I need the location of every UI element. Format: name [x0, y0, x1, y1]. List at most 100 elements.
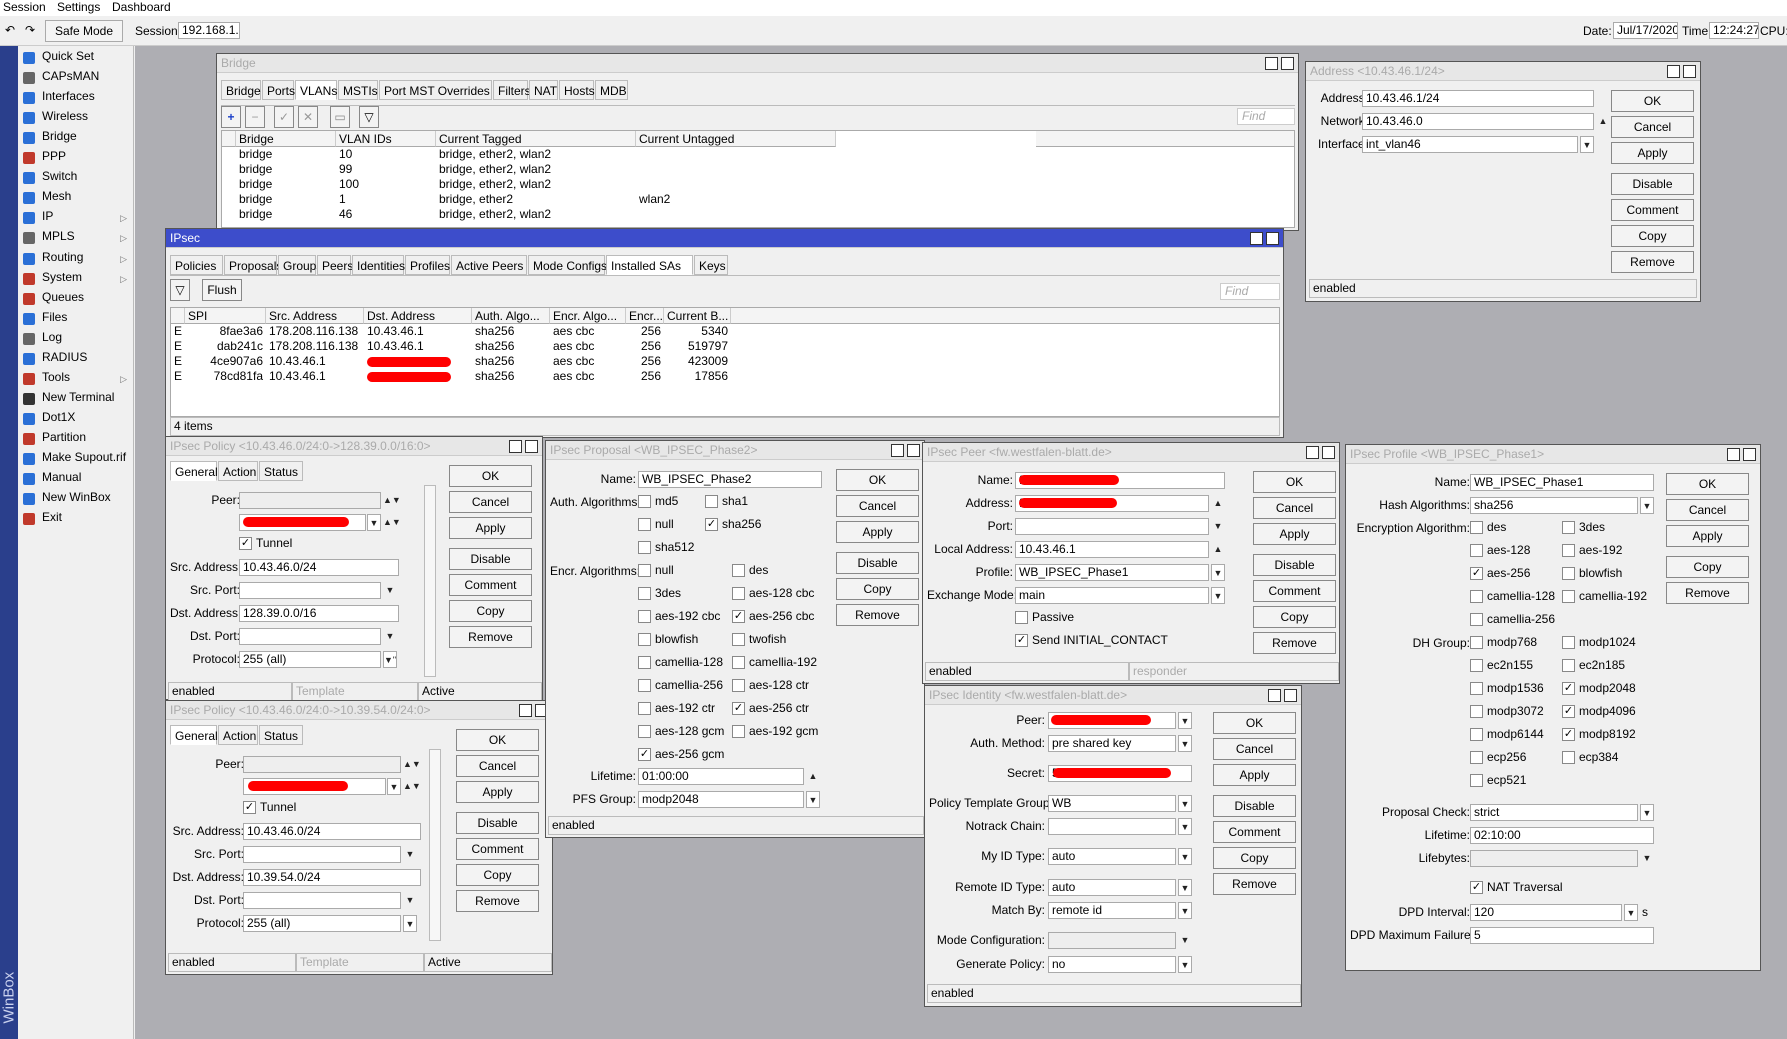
- tab-bridge[interactable]: Bridge: [221, 80, 261, 100]
- chevron-down-icon[interactable]: ▼: [387, 778, 401, 795]
- chevron-down-icon[interactable]: ▼: [1211, 518, 1225, 535]
- ok-button[interactable]: OK: [1253, 471, 1336, 493]
- session-field[interactable]: 192.168.1.1: [178, 22, 240, 39]
- table-cell[interactable]: aes cbc: [553, 355, 623, 368]
- name-field[interactable]: WB_IPSEC_Phase2: [638, 471, 822, 488]
- checkbox-aes-256-gcm[interactable]: ✓: [638, 748, 651, 761]
- close-icon[interactable]: [525, 440, 538, 453]
- checkbox-ecp521[interactable]: [1470, 774, 1483, 787]
- ok-button[interactable]: OK: [449, 465, 532, 487]
- apply-button[interactable]: Apply: [836, 521, 919, 543]
- disable-button[interactable]: Disable: [449, 548, 532, 570]
- tab-keys[interactable]: Keys: [694, 255, 728, 275]
- cancel-button[interactable]: Cancel: [456, 755, 539, 777]
- sidebar-item-manual[interactable]: Manual: [18, 469, 133, 489]
- interface-select[interactable]: int_vlan46: [1362, 136, 1578, 153]
- chevron-down-icon[interactable]: ▼: [1178, 795, 1192, 812]
- checkbox-aes-128-cbc[interactable]: [732, 587, 745, 600]
- collapse-up-icon[interactable]: ▲: [1211, 541, 1225, 558]
- tab-mode-configs[interactable]: Mode Configs: [528, 255, 607, 275]
- up-down-icon[interactable]: ▲▼: [403, 778, 421, 795]
- table-cell[interactable]: 10: [339, 148, 435, 161]
- sidebar-item-new-winbox[interactable]: New WinBox: [18, 489, 133, 509]
- dst-address-field[interactable]: 128.39.0.0/16: [239, 605, 399, 622]
- safe-mode-button[interactable]: Safe Mode: [45, 20, 123, 42]
- profile-select[interactable]: WB_IPSEC_Phase1: [1015, 564, 1209, 581]
- hash-algorithms-select[interactable]: sha256: [1470, 497, 1638, 514]
- sidebar-item-dot1x[interactable]: Dot1X: [18, 409, 133, 429]
- checkbox-camellia-256[interactable]: [638, 679, 651, 692]
- sidebar-item-ppp[interactable]: PPP: [18, 148, 133, 168]
- table-cell[interactable]: 10.43.46.1: [367, 340, 469, 353]
- sidebar-item-log[interactable]: Log: [18, 329, 133, 349]
- collapse-up-icon[interactable]: ▲: [1596, 113, 1610, 130]
- lifetime-field[interactable]: 01:00:00: [638, 768, 804, 785]
- table-cell[interactable]: 256: [629, 325, 661, 338]
- remove-button[interactable]: Remove: [836, 604, 919, 626]
- tab-ports[interactable]: Ports: [262, 80, 295, 100]
- chevron-down-icon[interactable]: ▼: [1178, 818, 1192, 835]
- table-cell[interactable]: [639, 208, 835, 221]
- ok-button[interactable]: OK: [1213, 712, 1296, 734]
- chevron-down-icon[interactable]: ▼: [383, 582, 397, 599]
- restore-icon[interactable]: [1268, 689, 1281, 702]
- protocol-select[interactable]: 255 (all): [239, 651, 381, 668]
- close-icon[interactable]: [1322, 446, 1335, 459]
- tab-action[interactable]: Action: [218, 461, 258, 481]
- ipsec-find-input[interactable]: Find: [1220, 283, 1280, 300]
- chevron-down-icon[interactable]: ▼: [383, 628, 397, 645]
- close-icon[interactable]: [907, 444, 920, 457]
- checkbox-sha512[interactable]: [638, 541, 651, 554]
- scrollbar[interactable]: [424, 485, 436, 677]
- table-cell[interactable]: [639, 178, 835, 191]
- checkbox-camellia-192[interactable]: [1562, 590, 1575, 603]
- table-cell[interactable]: 46: [339, 208, 435, 221]
- table-cell[interactable]: 256: [629, 370, 661, 383]
- table-cell[interactable]: sha256: [475, 340, 547, 353]
- scrollbar[interactable]: [429, 749, 441, 941]
- tab-general[interactable]: General: [170, 725, 218, 745]
- comment-icon[interactable]: ▭: [330, 106, 350, 128]
- checkbox-aes-256[interactable]: ✓: [1470, 567, 1483, 580]
- sidebar-item-ip[interactable]: IP ▷: [18, 208, 133, 228]
- checkbox-sha256[interactable]: ✓: [705, 518, 718, 531]
- cancel-button[interactable]: Cancel: [1611, 116, 1694, 138]
- disable-button[interactable]: Disable: [456, 812, 539, 834]
- table-cell[interactable]: sha256: [475, 325, 547, 338]
- sidebar-item-exit[interactable]: Exit: [18, 509, 133, 529]
- tab-policies[interactable]: Policies: [170, 255, 223, 275]
- ok-button[interactable]: OK: [1611, 90, 1694, 112]
- checkbox-ecp256[interactable]: [1470, 751, 1483, 764]
- src-port-field[interactable]: [239, 582, 381, 599]
- sidebar-item-capsman[interactable]: CAPsMAN: [18, 68, 133, 88]
- checkbox-modp8192[interactable]: ✓: [1562, 728, 1575, 741]
- remove-button[interactable]: Remove: [449, 626, 532, 648]
- restore-icon[interactable]: [519, 704, 532, 717]
- lifetime-field[interactable]: 02:10:00: [1470, 827, 1654, 844]
- table-cell[interactable]: wlan2: [639, 193, 835, 206]
- tunnel-checkbox[interactable]: ✓: [243, 801, 256, 814]
- chevron-down-icon[interactable]: ▼: [1211, 587, 1225, 604]
- local-address-field[interactable]: 10.43.46.1: [1015, 541, 1209, 558]
- tab-nat[interactable]: NAT: [529, 80, 558, 100]
- cancel-button[interactable]: Cancel: [1666, 499, 1749, 521]
- enable-icon[interactable]: ✓: [274, 106, 294, 128]
- col-header-encr-algo[interactable]: Encr. Algo...: [550, 308, 626, 324]
- disable-button[interactable]: Disable: [1213, 795, 1296, 817]
- apply-button[interactable]: Apply: [456, 781, 539, 803]
- up-down-icon[interactable]: ▲▼: [383, 492, 401, 509]
- auth-method-select[interactable]: pre shared key: [1048, 735, 1176, 752]
- sidebar-item-radius[interactable]: RADIUS: [18, 349, 133, 369]
- checkbox-aes-128[interactable]: [1470, 544, 1483, 557]
- remove-button[interactable]: Remove: [1213, 873, 1296, 895]
- checkbox-blowfish[interactable]: [1562, 567, 1575, 580]
- checkbox-aes-192-ctr[interactable]: [638, 702, 651, 715]
- checkbox-modp1024[interactable]: [1562, 636, 1575, 649]
- checkbox-modp3072[interactable]: [1470, 705, 1483, 718]
- sidebar-item-quick-set[interactable]: Quick Set: [18, 48, 133, 68]
- cancel-button[interactable]: Cancel: [449, 491, 532, 513]
- add-icon[interactable]: +: [221, 106, 241, 128]
- col-header-auth-algo[interactable]: Auth. Algo...: [472, 308, 550, 324]
- table-cell[interactable]: 423009: [667, 355, 728, 368]
- chevron-down-icon[interactable]: ▼: [1178, 956, 1192, 973]
